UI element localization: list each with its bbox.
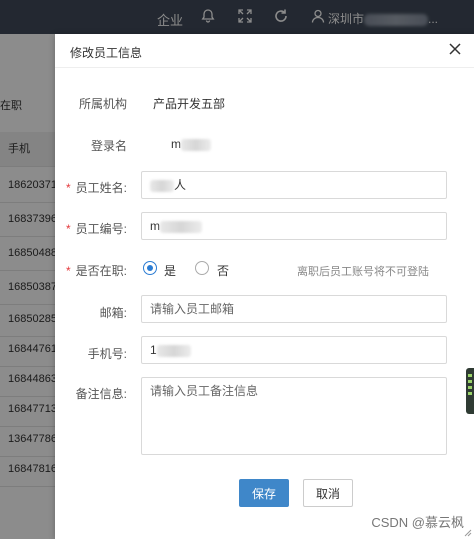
active-no-radio[interactable] xyxy=(195,261,209,275)
widget-bar-icon xyxy=(468,392,472,395)
dialog-title: 修改员工信息 xyxy=(70,46,143,60)
close-icon[interactable] xyxy=(448,42,462,56)
phone-input[interactable]: 1 xyxy=(141,336,447,364)
name-label-text: 员工姓名: xyxy=(75,181,127,195)
email-label: 邮箱: xyxy=(99,306,127,320)
widget-bar-icon xyxy=(468,380,472,383)
org-value: 产品开发五部 xyxy=(153,97,226,111)
required-mark: * xyxy=(65,264,71,278)
remark-label: 备注信息: xyxy=(75,387,127,401)
watermark: CSDN @慕云枫 xyxy=(371,515,464,530)
code-label: * 员工编号: xyxy=(55,220,127,237)
cancel-button[interactable]: 取消 xyxy=(303,479,353,507)
remark-textarea[interactable] xyxy=(141,377,447,455)
phone-value: 1 xyxy=(150,343,157,357)
edit-employee-dialog: 修改员工信息 所属机构 产品开发五部 登录名 m * 员工姓名: 人 * 员工编号:… xyxy=(55,34,474,539)
redacted-login-name xyxy=(181,138,211,151)
employee-code-input[interactable]: m xyxy=(141,212,447,240)
redacted-code xyxy=(160,220,202,233)
required-mark: * xyxy=(65,222,71,236)
active-label: * 是否在职: xyxy=(55,262,127,279)
email-input[interactable] xyxy=(141,295,447,323)
login-value-text: m xyxy=(171,137,181,151)
required-mark: * xyxy=(65,181,71,195)
widget-bar-icon xyxy=(468,374,472,377)
phone-label: 手机号: xyxy=(87,347,127,361)
resize-handle-icon[interactable] xyxy=(464,529,472,537)
name-label: * 员工姓名: xyxy=(55,179,127,196)
active-hint: 离职后员工账号将不可登陆 xyxy=(297,266,429,278)
dialog-header: 修改员工信息 xyxy=(55,34,474,68)
redacted-name xyxy=(150,179,174,192)
widget-bar-icon xyxy=(468,386,472,389)
login-label: 登录名 xyxy=(90,139,127,153)
save-button[interactable]: 保存 xyxy=(239,479,289,507)
redacted-phone xyxy=(156,344,191,357)
active-label-text: 是否在职: xyxy=(75,264,127,278)
side-widget[interactable] xyxy=(466,368,474,414)
org-label: 所属机构 xyxy=(78,97,127,111)
employee-code-value: m xyxy=(150,219,160,233)
login-value: m xyxy=(171,137,211,151)
employee-name-value: 人 xyxy=(174,178,187,192)
active-yes-label[interactable]: 是 xyxy=(164,262,176,279)
active-yes-radio[interactable] xyxy=(143,261,157,275)
active-no-label[interactable]: 否 xyxy=(217,262,229,279)
employee-name-input[interactable]: 人 xyxy=(141,171,447,199)
code-label-text: 员工编号: xyxy=(75,222,127,236)
